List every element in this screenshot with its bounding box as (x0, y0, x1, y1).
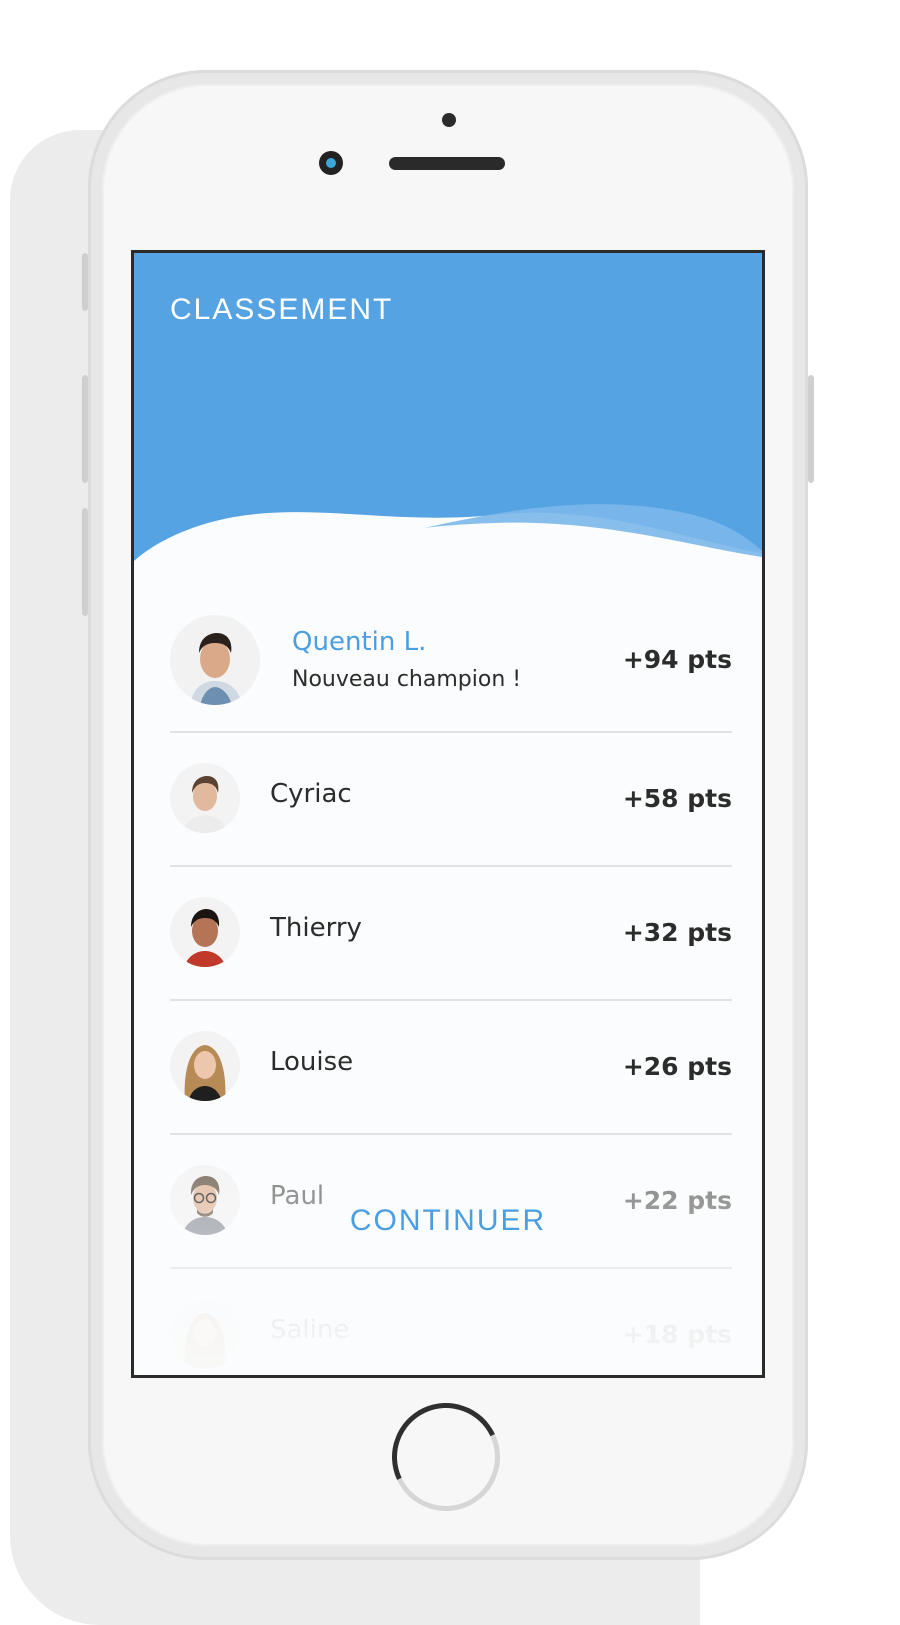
leaderboard-row[interactable]: Thierry +32 pts (170, 867, 732, 1001)
player-points: +18 pts (622, 1320, 732, 1349)
header: CLASSEMENT (134, 253, 762, 593)
volume-down-button (82, 508, 88, 616)
avatar-quentin (170, 615, 260, 705)
player-name: Cyriac (270, 779, 352, 809)
front-camera-icon (319, 151, 343, 175)
silent-switch (82, 253, 88, 311)
app-screen: CLASSEMENT Quentin L. Nouveau champion !… (131, 250, 765, 1378)
player-name: Louise (270, 1047, 354, 1077)
avatar-thierry (170, 897, 240, 967)
power-button (808, 375, 814, 483)
avatar (170, 1031, 240, 1101)
leaderboard-row[interactable]: Cyriac +58 pts (170, 733, 732, 867)
player-points: +58 pts (622, 784, 732, 813)
leaderboard-row[interactable]: Louise +26 pts (170, 1001, 732, 1135)
page-title: CLASSEMENT (170, 293, 394, 326)
earpiece-speaker (389, 157, 505, 170)
player-name: Thierry (270, 913, 362, 943)
avatar (170, 897, 240, 967)
leaderboard-list: Quentin L. Nouveau champion ! +94 pts Cy… (170, 593, 732, 1375)
player-points: +32 pts (622, 918, 732, 947)
player-points: +94 pts (622, 645, 732, 674)
champion-subtitle: Nouveau champion ! (292, 667, 522, 692)
avatar-saline (170, 1299, 240, 1369)
canvas: CLASSEMENT Quentin L. Nouveau champion !… (0, 0, 900, 1625)
avatar-louise (170, 1031, 240, 1101)
leaderboard-row-champion[interactable]: Quentin L. Nouveau champion ! +94 pts (170, 593, 732, 733)
proximity-sensor (442, 113, 456, 127)
volume-up-button (82, 375, 88, 483)
leaderboard-row[interactable]: Saline +18 pts (170, 1269, 732, 1375)
continue-button[interactable]: CONTINUER (134, 1203, 762, 1239)
player-points: +26 pts (622, 1052, 732, 1081)
leaderboard-row[interactable]: Paul +22 pts (170, 1135, 732, 1269)
player-name: Quentin L. (292, 627, 427, 657)
avatar-cyriac (170, 763, 240, 833)
avatar (170, 763, 240, 833)
player-name: Saline (270, 1315, 350, 1345)
avatar (170, 1299, 240, 1369)
avatar (170, 615, 260, 705)
